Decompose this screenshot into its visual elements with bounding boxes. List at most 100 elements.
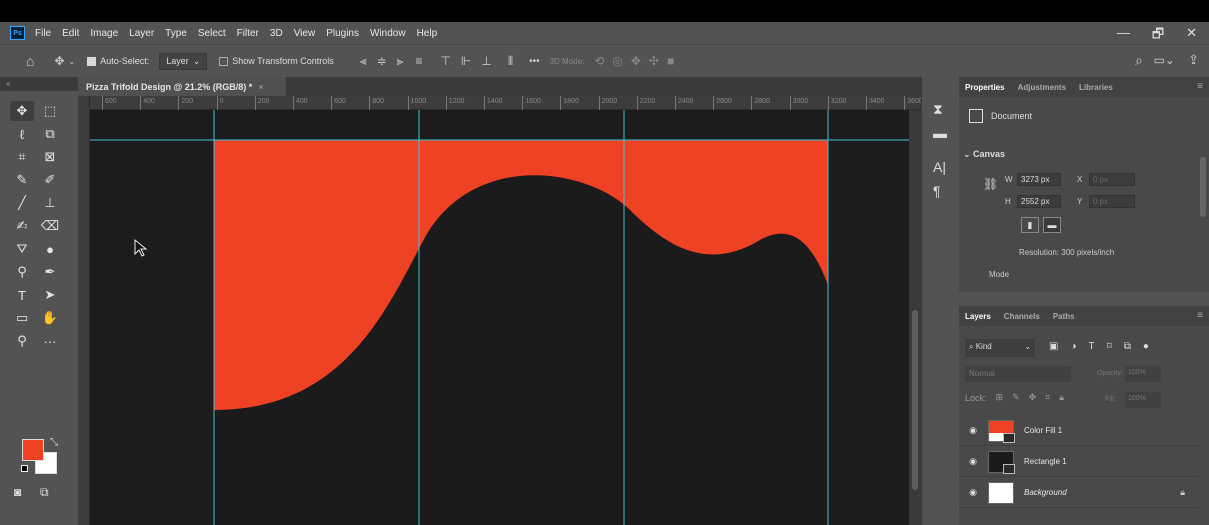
menu-layer[interactable]: Layer: [129, 28, 154, 39]
edit-toolbar-icon[interactable]: ···: [38, 331, 62, 351]
paragraph-panel-icon[interactable]: ¶: [933, 183, 941, 199]
tab-channels[interactable]: Channels: [1004, 312, 1040, 321]
chevron-down-icon[interactable]: ⌄: [69, 57, 76, 66]
swap-colors-icon[interactable]: ⤡: [50, 437, 58, 448]
eye-icon[interactable]: ◉: [963, 487, 983, 498]
3d-camera-icon[interactable]: ■: [667, 54, 674, 68]
healing-brush-tool-icon[interactable]: ✐: [38, 170, 62, 190]
share-icon[interactable]: ⇪: [1188, 52, 1199, 68]
link-dimensions-icon[interactable]: ⛓: [983, 177, 998, 191]
tab-layers[interactable]: Layers: [965, 312, 991, 321]
y-field[interactable]: 0 px: [1089, 195, 1135, 208]
3d-orbit-icon[interactable]: ⟲: [594, 54, 604, 68]
foreground-color-swatch[interactable]: [22, 439, 44, 461]
tab-properties[interactable]: Properties: [965, 83, 1005, 92]
more-options-icon[interactable]: •••: [529, 56, 540, 67]
align-bottom-icon[interactable]: ⊥: [481, 54, 491, 68]
landscape-orientation-icon[interactable]: ▬: [1043, 217, 1061, 233]
rectangle-tool-icon[interactable]: ▭: [10, 308, 34, 328]
align-left-icon[interactable]: ⫷: [360, 54, 367, 69]
layers-menu-icon[interactable]: ≡: [1197, 310, 1203, 321]
hand-tool-icon[interactable]: ✋: [38, 308, 62, 328]
show-transform-checkbox[interactable]: Show Transform Controls: [219, 56, 334, 66]
home-icon[interactable]: ⌂: [26, 53, 34, 69]
menu-type[interactable]: Type: [165, 28, 187, 39]
vertical-ruler[interactable]: [78, 96, 90, 525]
menu-file[interactable]: File: [35, 28, 51, 39]
stamp-tool-icon[interactable]: ⊥: [38, 193, 62, 213]
zoom-tool-icon[interactable]: ⚲: [10, 331, 34, 351]
3d-roll-icon[interactable]: ◎: [612, 54, 622, 68]
height-field[interactable]: 2552 px: [1017, 195, 1061, 208]
tab-libraries[interactable]: Libraries: [1079, 83, 1113, 92]
menu-view[interactable]: View: [294, 28, 316, 39]
align-center-icon[interactable]: ≑: [377, 54, 387, 68]
lasso-tool-icon[interactable]: ℓ: [10, 124, 34, 144]
menu-image[interactable]: Image: [90, 28, 118, 39]
layer-select-dropdown[interactable]: Layer ⌄: [159, 52, 208, 70]
eraser-tool-icon[interactable]: ⌫: [38, 216, 62, 236]
character-panel-icon[interactable]: A|: [933, 159, 946, 175]
type-tool-icon[interactable]: T: [10, 285, 34, 305]
align-top-icon[interactable]: ⊤: [440, 54, 450, 68]
lock-paint-icon[interactable]: ✎: [1012, 392, 1020, 403]
marquee-tool-icon[interactable]: ⬚: [38, 101, 62, 121]
menu-plugins[interactable]: Plugins: [326, 28, 359, 39]
history-panel-icon[interactable]: ⧗: [933, 101, 943, 118]
eye-icon[interactable]: ◉: [963, 456, 983, 467]
search-icon[interactable]: ⌕: [1135, 52, 1143, 69]
3d-slide-icon[interactable]: ✣: [649, 54, 659, 68]
distribute-icon[interactable]: ≡: [415, 54, 422, 68]
path-select-tool-icon[interactable]: ➤: [38, 285, 62, 305]
default-colors-icon[interactable]: [21, 465, 28, 472]
lock-artboard-icon[interactable]: ⌗: [1045, 392, 1050, 403]
dodge-tool-icon[interactable]: ⚲: [10, 262, 34, 282]
menu-filter[interactable]: Filter: [237, 28, 259, 39]
toolbox-collapse-icon[interactable]: «: [0, 77, 78, 91]
menu-select[interactable]: Select: [198, 28, 226, 39]
align-right-icon[interactable]: ⫸: [397, 54, 404, 69]
eye-icon[interactable]: ◉: [963, 425, 983, 436]
tab-adjustments[interactable]: Adjustments: [1018, 83, 1066, 92]
3d-pan-icon[interactable]: ✥: [631, 54, 641, 68]
eyedropper-tool-icon[interactable]: ✎: [10, 170, 34, 190]
type-filter-icon[interactable]: T: [1089, 341, 1095, 352]
menu-window[interactable]: Window: [370, 28, 406, 39]
align-middle-icon[interactable]: ⊩: [461, 54, 471, 68]
brush-tool-icon[interactable]: ╱: [10, 193, 34, 213]
workspace-icon[interactable]: ▭⌄: [1154, 53, 1175, 67]
opacity-field[interactable]: 100%: [1125, 366, 1161, 382]
shape-filter-icon[interactable]: ⌑: [1107, 341, 1112, 352]
width-field[interactable]: 3273 px: [1017, 173, 1061, 186]
layer-row-background[interactable]: ◉ Background 🔒︎: [959, 478, 1199, 508]
vertical-scrollbar[interactable]: [909, 110, 921, 525]
portrait-orientation-icon[interactable]: ▮: [1021, 217, 1039, 233]
object-select-tool-icon[interactable]: ⧉: [38, 124, 62, 144]
lock-all-icon[interactable]: 🔒︎: [1059, 392, 1064, 403]
lock-transparency-icon[interactable]: ⊞: [996, 392, 1004, 403]
fill-field[interactable]: 100%: [1125, 392, 1161, 408]
move-tool-icon[interactable]: ✥: [54, 54, 64, 68]
pen-tool-icon[interactable]: ✒: [38, 262, 62, 282]
lock-position-icon[interactable]: ✥: [1029, 392, 1037, 403]
x-field[interactable]: 0 px: [1089, 173, 1135, 186]
auto-select-checkbox[interactable]: Auto-Select:: [87, 56, 149, 66]
menu-edit[interactable]: Edit: [62, 28, 79, 39]
layer-row-color-fill[interactable]: ◉ Color Fill 1: [959, 416, 1199, 446]
crop-tool-icon[interactable]: ⌗: [10, 147, 34, 167]
canvas-section-toggle[interactable]: ⌄ Canvas: [963, 149, 1005, 160]
pixel-filter-icon[interactable]: ▣: [1049, 341, 1058, 352]
move-tool-icon[interactable]: ✥: [10, 101, 34, 121]
menu-help[interactable]: Help: [417, 28, 438, 39]
document-tab[interactable]: Pizza Trifold Design @ 21.2% (RGB/8) * ×: [78, 77, 286, 96]
screen-mode-icon[interactable]: ⧉: [40, 485, 49, 500]
tab-paths[interactable]: Paths: [1053, 312, 1075, 321]
panel-menu-icon[interactable]: ≡: [1197, 81, 1203, 92]
filter-toggle-icon[interactable]: ●: [1143, 341, 1149, 352]
distribute-vertical-icon[interactable]: ⦀: [508, 54, 513, 69]
horizontal-ruler[interactable]: 600 400 200 0 200 400 600 800 1000 1200 1400 1600 18…: [78, 96, 923, 110]
smart-object-filter-icon[interactable]: ⧉: [1124, 341, 1131, 352]
menu-3d[interactable]: 3D: [270, 28, 283, 39]
properties-scrollbar[interactable]: [1200, 157, 1206, 217]
quick-mask-icon[interactable]: ◙: [14, 485, 21, 499]
